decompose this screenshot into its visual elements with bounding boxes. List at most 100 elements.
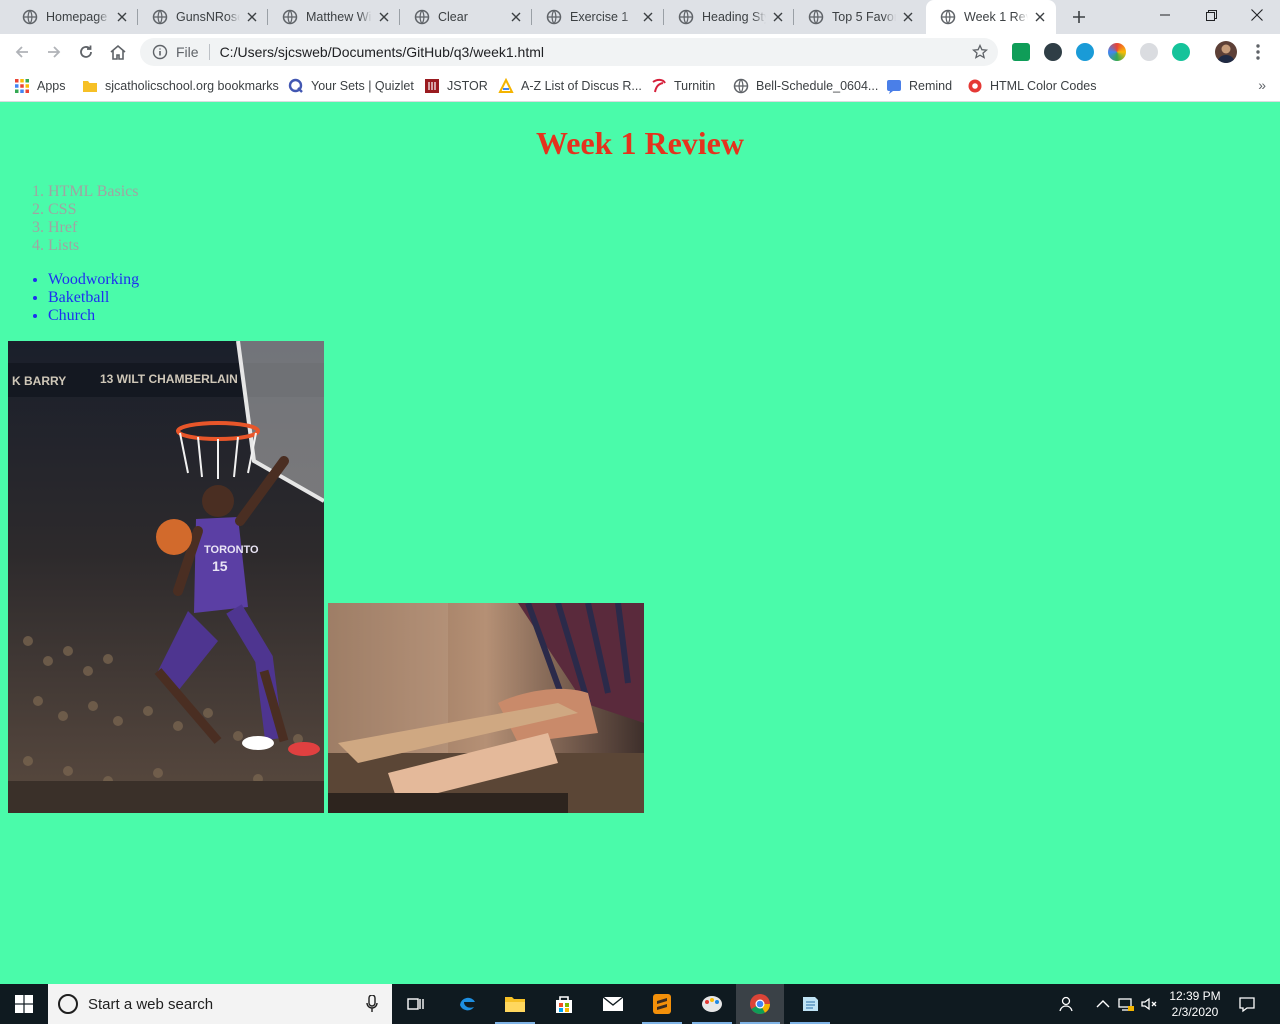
forward-button[interactable]: [42, 40, 66, 64]
chevron-right-double-icon[interactable]: »: [1258, 77, 1266, 93]
basketball-dunk-photo: K BARRY 13 WILT CHAMBERLAIN TORONTO 15: [8, 341, 324, 813]
list-item: Lists: [48, 237, 139, 255]
paint-app[interactable]: [688, 984, 736, 1024]
people-icon[interactable]: [1058, 995, 1076, 1013]
svg-text:13 WILT CHAMBERLAIN: 13 WILT CHAMBERLAIN: [100, 372, 238, 386]
clock[interactable]: 12:39 PM 2/3/2020: [1160, 988, 1230, 1020]
tab-gunsnroses[interactable]: GunsNRoses: [138, 0, 268, 34]
store-app[interactable]: [540, 984, 588, 1024]
close-icon[interactable]: [900, 9, 916, 25]
bookmark-star-icon[interactable]: [972, 44, 988, 60]
back-button[interactable]: [10, 40, 34, 64]
bookmark-quizlet[interactable]: Your Sets | Quizlet: [288, 76, 414, 96]
quizlet-icon: [288, 78, 303, 93]
profile-avatar[interactable]: [1215, 41, 1237, 63]
chevron-up-icon[interactable]: [1094, 995, 1112, 1013]
bookmark-jstor[interactable]: JSTOR: [424, 76, 488, 96]
minimize-button[interactable]: [1142, 0, 1188, 30]
browser-toolbar: File C:/Users/sjcsweb/Documents/GitHub/q…: [0, 34, 1280, 70]
globe-icon: [546, 9, 562, 25]
network-icon[interactable]: [1117, 995, 1135, 1013]
tab-title: Exercise 1: [570, 10, 629, 24]
tab-exercise[interactable]: Exercise 1: [532, 0, 664, 34]
restore-button[interactable]: [1188, 0, 1234, 30]
url-text[interactable]: C:/Users/sjcsweb/Documents/GitHub/q3/wee…: [220, 44, 544, 60]
help-icon[interactable]: [1140, 43, 1158, 61]
info-icon[interactable]: [152, 44, 168, 60]
tab-top5[interactable]: Top 5 Favorit: [794, 0, 924, 34]
bookmark-label: Apps: [37, 79, 66, 93]
address-bar[interactable]: File C:/Users/sjcsweb/Documents/GitHub/q…: [140, 38, 998, 66]
microphone-icon[interactable]: [366, 995, 378, 1013]
file-explorer-app[interactable]: [491, 984, 539, 1024]
bookmark-sjcatholicschool[interactable]: sjcatholicschool.org bookmarks: [82, 76, 279, 96]
close-icon[interactable]: [640, 9, 656, 25]
shield-icon[interactable]: [1044, 43, 1062, 61]
mail-app[interactable]: [589, 984, 637, 1024]
tab-matthew[interactable]: Matthew Wil: [268, 0, 400, 34]
google-classroom-icon[interactable]: [1012, 43, 1030, 61]
sublime-text-app[interactable]: [638, 984, 686, 1024]
task-view-button[interactable]: [392, 984, 440, 1024]
grammarly-icon[interactable]: [1172, 43, 1190, 61]
tab-clear[interactable]: Clear: [400, 0, 532, 34]
remind-icon: [887, 80, 901, 94]
close-icon[interactable]: [244, 9, 260, 25]
home-button[interactable]: [106, 40, 130, 64]
svg-text:K BARRY: K BARRY: [12, 374, 66, 388]
apps-grid-icon: [15, 79, 29, 93]
bookmark-apps[interactable]: Apps: [14, 76, 66, 96]
notification-icon[interactable]: [1238, 995, 1256, 1013]
globe-icon: [808, 9, 824, 25]
bookmark-html-color-codes[interactable]: HTML Color Codes: [967, 76, 1097, 96]
woodworking-photo: [328, 603, 644, 813]
chrome-icon: [750, 994, 770, 1014]
tab-strip: Homepage GunsNRoses Matthew Wil Clear Ex…: [0, 0, 1280, 34]
reload-button[interactable]: [74, 40, 98, 64]
bookmark-discus[interactable]: A-Z List of Discus R...: [498, 76, 642, 96]
paint-palette-icon: [702, 996, 722, 1012]
list-item: Baketball: [48, 289, 139, 307]
search-input[interactable]: Start a web search: [88, 996, 213, 1013]
tab-week1-review[interactable]: Week 1 Revi: [926, 0, 1056, 34]
tab-title: Heading Styl: [702, 10, 766, 24]
bookmark-turnitin[interactable]: Turnitin: [651, 76, 715, 96]
edge-app[interactable]: [443, 984, 491, 1024]
chrome-app[interactable]: [736, 984, 784, 1024]
page-title: Week 1 Review: [536, 125, 744, 161]
menu-button[interactable]: [1250, 42, 1266, 62]
notepad-app[interactable]: [786, 984, 834, 1024]
sublime-text-icon: [653, 994, 671, 1014]
bookmark-bell-schedule[interactable]: Bell-Schedule_0604...: [733, 76, 878, 96]
close-icon[interactable]: [508, 9, 524, 25]
list-item: Href: [48, 219, 139, 237]
shopping-bag-icon: [556, 996, 572, 1013]
tab-title: Homepage: [46, 10, 108, 24]
globe-icon: [152, 9, 168, 25]
tab-homepage[interactable]: Homepage: [8, 0, 138, 34]
taskbar-search[interactable]: Start a web search: [48, 984, 392, 1024]
svg-text:TORONTO: TORONTO: [204, 544, 259, 556]
volume-muted-icon[interactable]: [1140, 995, 1158, 1013]
globe-icon: [733, 78, 749, 94]
close-window-button[interactable]: [1234, 0, 1280, 30]
color-picker-icon[interactable]: [1108, 43, 1126, 61]
tab-title: Top 5 Favorit: [832, 10, 896, 24]
vpn-shield-icon[interactable]: [1076, 43, 1094, 61]
start-button[interactable]: [0, 984, 48, 1024]
tab-title: Clear: [438, 10, 468, 24]
bookmark-label: sjcatholicschool.org bookmarks: [105, 79, 279, 93]
bookmarks-bar: Apps sjcatholicschool.org bookmarks Your…: [0, 70, 1280, 102]
close-icon[interactable]: [770, 9, 786, 25]
restore-icon: [1205, 9, 1217, 21]
close-icon[interactable]: [1032, 9, 1048, 25]
bookmark-remind[interactable]: Remind: [886, 76, 952, 96]
color-wheel-icon: [968, 79, 982, 93]
task-view-icon: [407, 998, 424, 1010]
tab-heading-styles[interactable]: Heading Styl: [664, 0, 794, 34]
close-icon[interactable]: [376, 9, 392, 25]
close-icon[interactable]: [114, 9, 130, 25]
new-tab-button[interactable]: [1068, 6, 1090, 28]
avatar-icon: [1217, 44, 1235, 63]
bookmark-label: Remind: [909, 79, 953, 93]
